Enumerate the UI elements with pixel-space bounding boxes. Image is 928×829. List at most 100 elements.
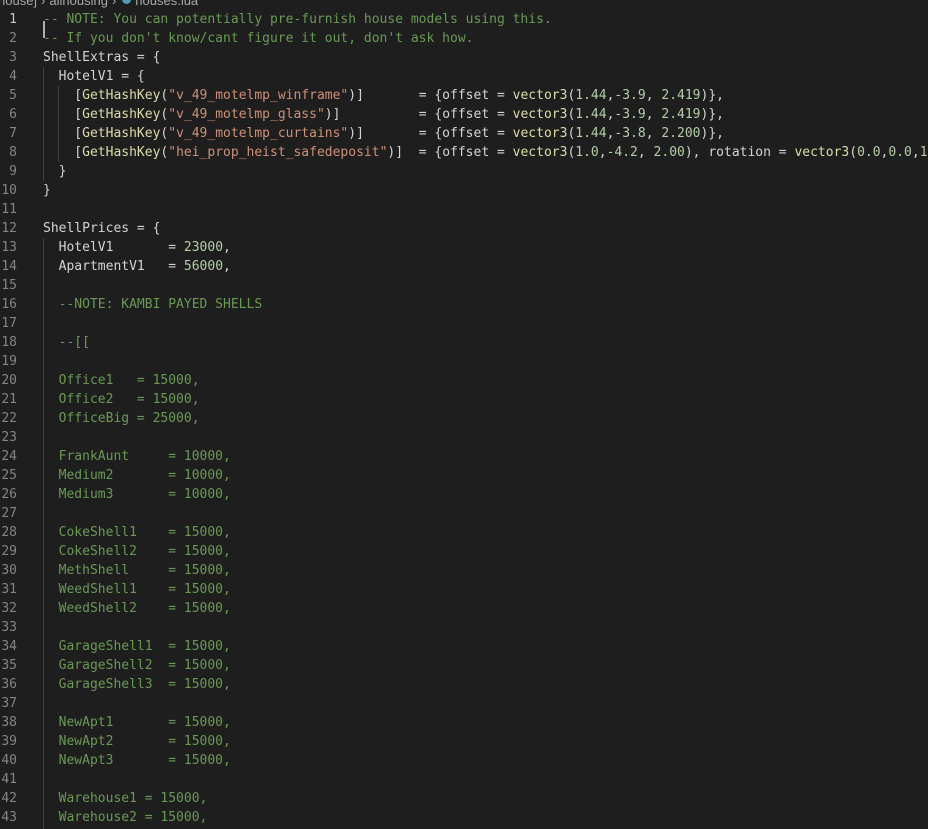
code-text[interactable]: } <box>43 181 51 200</box>
breadcrumb[interactable]: house] › allhousing › houses.lua <box>0 0 928 10</box>
code-line[interactable]: 35 GarageShell2 = 15000, <box>0 656 928 675</box>
line-number: 37 <box>1 696 17 711</box>
code-text[interactable]: FrankAunt = 10000, <box>43 447 231 466</box>
code-line[interactable]: 41 <box>0 770 928 789</box>
code-text[interactable]: -- NOTE: You can potentially pre-furnish… <box>43 10 552 29</box>
code-line[interactable]: 18 --[[ <box>0 333 928 352</box>
breadcrumb-item-folder[interactable]: house] <box>0 0 37 8</box>
code-text[interactable]: Medium3 = 10000, <box>43 485 231 504</box>
line-number: 5 <box>9 88 17 103</box>
code-line[interactable]: 8 [GetHashKey ("hei_prop_heist_safedeposi… <box>0 143 928 162</box>
code-text[interactable]: ShellPrices = { <box>43 219 160 238</box>
code-text[interactable]: --[[ <box>43 333 90 352</box>
code-text[interactable]: NewApt3 = 15000, <box>43 751 231 770</box>
code-text[interactable]: Warehouse2 = 15000, <box>43 808 208 827</box>
code-token: Warehouse2 = 15000, <box>43 810 208 825</box>
code-line[interactable]: 31 WeedShell1 = 15000, <box>0 580 928 599</box>
code-token: "v_49_motelmp_curtains" <box>168 126 349 141</box>
code-line[interactable]: 22 OfficeBig = 25000, <box>0 409 928 428</box>
code-text[interactable]: Medium2 = 10000, <box>43 466 231 485</box>
line-number: 19 <box>1 354 17 369</box>
code-text[interactable]: CokeShell1 = 15000, <box>43 523 231 542</box>
code-line[interactable]: 29 CokeShell2 = 15000, <box>0 542 928 561</box>
code-token: vector3 <box>512 88 568 103</box>
code-line[interactable]: 16 --NOTE: KAMBI PAYED SHELLS <box>0 295 928 314</box>
code-line[interactable]: 12 ShellPrices = { <box>0 219 928 238</box>
code-text[interactable]: [GetHashKey("v_49_motelmp_glass")] = {of… <box>43 105 724 124</box>
line-number: 39 <box>1 734 17 749</box>
code-line[interactable]: 30 MethShell = 15000, <box>0 561 928 580</box>
code-text[interactable]: --NOTE: KAMBI PAYED SHELLS <box>43 295 263 314</box>
code-line[interactable]: 13 HotelV1 = 23000, <box>0 238 928 257</box>
code-text[interactable]: CokeShell2 = 15000, <box>43 542 231 561</box>
code-line[interactable]: 3 ShellExtras = { <box>0 48 928 67</box>
line-number: 18 <box>1 335 17 350</box>
code-text[interactable]: GarageShell2 = 15000, <box>43 656 231 675</box>
code-line[interactable]: 42 Warehouse1 = 15000, <box>0 789 928 808</box>
code-text[interactable]: ShellExtras = { <box>43 48 160 67</box>
code-line[interactable]: 20 Office1 = 15000, <box>0 371 928 390</box>
code-token: Office1 = 15000, <box>43 373 200 388</box>
code-text[interactable]: WeedShell2 = 15000, <box>43 599 231 618</box>
code-line[interactable]: 37 <box>0 694 928 713</box>
code-text[interactable]: NewApt1 = 15000, <box>43 713 231 732</box>
code-line[interactable]: 1 -- NOTE: You can potentially pre-furnis… <box>0 10 928 29</box>
breadcrumb-item-subfolder[interactable]: allhousing <box>49 0 108 8</box>
code-line[interactable]: 43 Warehouse2 = 15000, <box>0 808 928 827</box>
code-text[interactable]: WeedShell1 = 15000, <box>43 580 231 599</box>
code-line[interactable]: 2 -- If you don't know/cant figure it out… <box>0 29 928 48</box>
code-text[interactable]: GarageShell3 = 15000, <box>43 675 231 694</box>
code-line[interactable]: 7 [GetHashKey("v_49_motelmp_curtains")] … <box>0 124 928 143</box>
code-text[interactable]: [GetHashKey("v_49_motelmp_curtains")] = … <box>43 124 724 143</box>
code-line[interactable]: 23 <box>0 428 928 447</box>
code-text[interactable]: [GetHashKey("v_49_motelmp_winframe")] = … <box>43 86 724 105</box>
code-line[interactable]: 15 <box>0 276 928 295</box>
code-line[interactable]: 39 NewApt2 = 15000, <box>0 732 928 751</box>
code-line[interactable]: 10} <box>0 181 928 200</box>
code-text[interactable]: Warehouse1 = 15000, <box>43 789 208 808</box>
code-line[interactable]: 26 Medium3 = 10000, <box>0 485 928 504</box>
code-line[interactable]: 32 WeedShell2 = 15000, <box>0 599 928 618</box>
chevron-right-icon: › <box>41 0 46 8</box>
code-text[interactable]: GarageShell1 = 15000, <box>43 637 231 656</box>
code-text[interactable]: -- If you don't know/cant figure it out,… <box>43 29 473 48</box>
code-line[interactable]: 9 } <box>0 162 928 181</box>
code-line[interactable]: 21 Office2 = 15000, <box>0 390 928 409</box>
line-number: 22 <box>1 411 17 426</box>
code-token: , <box>223 240 231 255</box>
code-line[interactable]: 6 [GetHashKey("v_49_motelmp_glass")] = {… <box>0 105 928 124</box>
breadcrumb-item-file[interactable]: houses.lua <box>135 0 198 8</box>
code-line[interactable]: 19 <box>0 352 928 371</box>
code-line[interactable]: 24 FrankAunt = 10000, <box>0 447 928 466</box>
code-token: , <box>223 259 231 274</box>
code-line[interactable]: 14 ApartmentV1 = 56000, <box>0 257 928 276</box>
code-line[interactable]: 36 GarageShell3 = 15000, <box>0 675 928 694</box>
code-line[interactable]: 40 NewApt3 = 15000, <box>0 751 928 770</box>
code-text[interactable]: HotelV1 = 23000, <box>43 238 231 257</box>
code-text[interactable]: } <box>43 162 67 181</box>
code-text[interactable]: NewApt2 = 15000, <box>43 732 231 751</box>
code-line[interactable]: 33 <box>0 618 928 637</box>
code-text[interactable]: [GetHashKey ("hei_prop_heist_safedeposit"… <box>43 143 928 162</box>
code-line[interactable]: 28 CokeShell1 = 15000, <box>0 523 928 542</box>
code-text[interactable]: Office1 = 15000, <box>43 371 200 390</box>
code-text[interactable]: MethShell = 15000, <box>43 561 231 580</box>
line-number: 9 <box>9 164 17 179</box>
code-text[interactable]: Office2 = 15000, <box>43 390 200 409</box>
code-line[interactable]: 4 HotelV1 = { <box>0 67 928 86</box>
code-line[interactable]: 34 GarageShell1 = 15000, <box>0 637 928 656</box>
code-token: NewApt2 = 15000, <box>43 734 231 749</box>
code-line[interactable]: 17 <box>0 314 928 333</box>
code-text[interactable]: HotelV1 = { <box>43 67 145 86</box>
code-line[interactable]: 25 Medium2 = 10000, <box>0 466 928 485</box>
code-line[interactable]: 11 <box>0 200 928 219</box>
breadcrumb-path[interactable]: house] › allhousing › houses.lua <box>0 0 198 8</box>
code-text[interactable]: OfficeBig = 25000, <box>43 409 200 428</box>
code-line[interactable]: 5 [GetHashKey("v_49_motelmp_winframe")] … <box>0 86 928 105</box>
code-token: vector3 <box>512 145 568 160</box>
line-number: 15 <box>1 278 17 293</box>
code-text[interactable]: ApartmentV1 = 56000, <box>43 257 231 276</box>
code-editor[interactable]: 1 -- NOTE: You can potentially pre-furnis… <box>0 10 928 829</box>
code-line[interactable]: 27 <box>0 504 928 523</box>
code-line[interactable]: 38 NewApt1 = 15000, <box>0 713 928 732</box>
